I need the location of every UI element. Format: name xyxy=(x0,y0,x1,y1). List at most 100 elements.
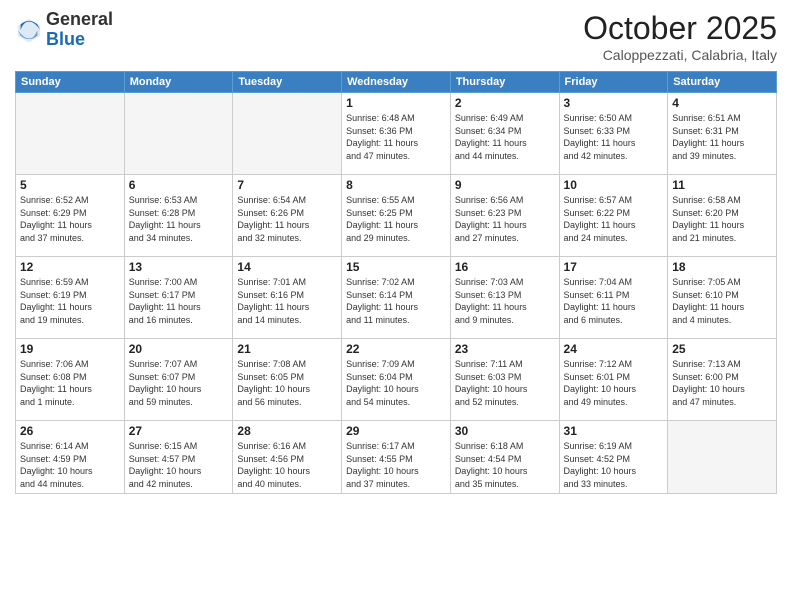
day-info: Sunrise: 6:49 AMSunset: 6:34 PMDaylight:… xyxy=(455,112,555,162)
day-number: 17 xyxy=(564,260,664,274)
day-info: Sunrise: 7:05 AMSunset: 6:10 PMDaylight:… xyxy=(672,276,772,326)
day-number: 3 xyxy=(564,96,664,110)
day-info: Sunrise: 7:11 AMSunset: 6:03 PMDaylight:… xyxy=(455,358,555,408)
logo-blue: Blue xyxy=(46,29,85,49)
day-cell-15: 15 Sunrise: 7:02 AMSunset: 6:14 PMDayligh… xyxy=(342,257,451,339)
day-info: Sunrise: 6:48 AMSunset: 6:36 PMDaylight:… xyxy=(346,112,446,162)
day-cell-20: 20 Sunrise: 7:07 AMSunset: 6:07 PMDayligh… xyxy=(124,339,233,421)
day-cell-1: 1 Sunrise: 6:48 AMSunset: 6:36 PMDaylight… xyxy=(342,93,451,175)
col-header-sunday: Sunday xyxy=(16,72,125,93)
day-info: Sunrise: 6:15 AMSunset: 4:57 PMDaylight:… xyxy=(129,440,229,490)
day-cell-4: 4 Sunrise: 6:51 AMSunset: 6:31 PMDaylight… xyxy=(668,93,777,175)
col-header-saturday: Saturday xyxy=(668,72,777,93)
day-cell-25: 25Sunrise: 7:13 AMSunset: 6:00 PMDayligh… xyxy=(668,339,777,421)
day-cell-24: 24Sunrise: 7:12 AMSunset: 6:01 PMDayligh… xyxy=(559,339,668,421)
day-cell-12: 12 Sunrise: 6:59 AMSunset: 6:19 PMDayligh… xyxy=(16,257,125,339)
col-header-tuesday: Tuesday xyxy=(233,72,342,93)
day-number: 13 xyxy=(129,260,229,274)
day-info: Sunrise: 6:50 AMSunset: 6:33 PMDaylight:… xyxy=(564,112,664,162)
day-info: Sunrise: 7:06 AMSunset: 6:08 PMDaylight:… xyxy=(20,358,120,408)
day-number: 27 xyxy=(129,424,229,438)
day-info: Sunrise: 7:04 AMSunset: 6:11 PMDaylight:… xyxy=(564,276,664,326)
day-info: Sunrise: 6:55 AMSunset: 6:25 PMDaylight:… xyxy=(346,194,446,244)
day-info: Sunrise: 7:07 AMSunset: 6:07 PMDaylight:… xyxy=(129,358,229,408)
day-cell-8: 8 Sunrise: 6:55 AMSunset: 6:25 PMDaylight… xyxy=(342,175,451,257)
day-number: 30 xyxy=(455,424,555,438)
location: Caloppezzati, Calabria, Italy xyxy=(583,47,777,63)
day-number: 16 xyxy=(455,260,555,274)
day-info: Sunrise: 6:59 AMSunset: 6:19 PMDaylight:… xyxy=(20,276,120,326)
week-row-5: 26Sunrise: 6:14 AMSunset: 4:59 PMDayligh… xyxy=(16,421,777,494)
day-info: Sunrise: 7:09 AMSunset: 6:04 PMDaylight:… xyxy=(346,358,446,408)
col-header-wednesday: Wednesday xyxy=(342,72,451,93)
generalblue-icon xyxy=(15,16,43,44)
week-row-1: 1 Sunrise: 6:48 AMSunset: 6:36 PMDaylight… xyxy=(16,93,777,175)
day-cell-18: 18 Sunrise: 7:05 AMSunset: 6:10 PMDayligh… xyxy=(668,257,777,339)
day-number: 25 xyxy=(672,342,772,356)
day-cell-10: 10Sunrise: 6:57 AMSunset: 6:22 PMDayligh… xyxy=(559,175,668,257)
day-number: 6 xyxy=(129,178,229,192)
day-number: 2 xyxy=(455,96,555,110)
day-cell-3: 3 Sunrise: 6:50 AMSunset: 6:33 PMDaylight… xyxy=(559,93,668,175)
day-number: 11 xyxy=(672,178,772,192)
header-row: SundayMondayTuesdayWednesdayThursdayFrid… xyxy=(16,72,777,93)
day-number: 12 xyxy=(20,260,120,274)
day-number: 14 xyxy=(237,260,337,274)
day-number: 29 xyxy=(346,424,446,438)
day-number: 23 xyxy=(455,342,555,356)
logo-text: General Blue xyxy=(46,10,113,50)
day-cell-29: 29 Sunrise: 6:17 AMSunset: 4:55 PMDayligh… xyxy=(342,421,451,494)
title-block: October 2025 Caloppezzati, Calabria, Ita… xyxy=(583,10,777,63)
day-cell-13: 13Sunrise: 7:00 AMSunset: 6:17 PMDayligh… xyxy=(124,257,233,339)
day-number: 7 xyxy=(237,178,337,192)
day-cell-14: 14 Sunrise: 7:01 AMSunset: 6:16 PMDayligh… xyxy=(233,257,342,339)
empty-cell xyxy=(233,93,342,175)
week-row-3: 12 Sunrise: 6:59 AMSunset: 6:19 PMDayligh… xyxy=(16,257,777,339)
day-number: 18 xyxy=(672,260,772,274)
day-cell-27: 27 Sunrise: 6:15 AMSunset: 4:57 PMDayligh… xyxy=(124,421,233,494)
day-info: Sunrise: 7:08 AMSunset: 6:05 PMDaylight:… xyxy=(237,358,337,408)
day-cell-30: 30 Sunrise: 6:18 AMSunset: 4:54 PMDayligh… xyxy=(450,421,559,494)
day-number: 31 xyxy=(564,424,664,438)
day-cell-2: 2 Sunrise: 6:49 AMSunset: 6:34 PMDaylight… xyxy=(450,93,559,175)
day-number: 9 xyxy=(455,178,555,192)
day-number: 15 xyxy=(346,260,446,274)
day-cell-6: 6 Sunrise: 6:53 AMSunset: 6:28 PMDaylight… xyxy=(124,175,233,257)
day-info: Sunrise: 7:01 AMSunset: 6:16 PMDaylight:… xyxy=(237,276,337,326)
empty-cell xyxy=(668,421,777,494)
day-number: 1 xyxy=(346,96,446,110)
day-number: 20 xyxy=(129,342,229,356)
day-cell-17: 17 Sunrise: 7:04 AMSunset: 6:11 PMDayligh… xyxy=(559,257,668,339)
day-cell-31: 31 Sunrise: 6:19 AMSunset: 4:52 PMDayligh… xyxy=(559,421,668,494)
day-info: Sunrise: 6:56 AMSunset: 6:23 PMDaylight:… xyxy=(455,194,555,244)
day-cell-26: 26Sunrise: 6:14 AMSunset: 4:59 PMDayligh… xyxy=(16,421,125,494)
day-info: Sunrise: 6:58 AMSunset: 6:20 PMDaylight:… xyxy=(672,194,772,244)
day-info: Sunrise: 6:53 AMSunset: 6:28 PMDaylight:… xyxy=(129,194,229,244)
day-cell-23: 23 Sunrise: 7:11 AMSunset: 6:03 PMDayligh… xyxy=(450,339,559,421)
week-row-4: 19Sunrise: 7:06 AMSunset: 6:08 PMDayligh… xyxy=(16,339,777,421)
week-row-2: 5Sunrise: 6:52 AMSunset: 6:29 PMDaylight… xyxy=(16,175,777,257)
day-info: Sunrise: 6:16 AMSunset: 4:56 PMDaylight:… xyxy=(237,440,337,490)
day-info: Sunrise: 7:12 AMSunset: 6:01 PMDaylight:… xyxy=(564,358,664,408)
day-cell-5: 5Sunrise: 6:52 AMSunset: 6:29 PMDaylight… xyxy=(16,175,125,257)
day-cell-9: 9 Sunrise: 6:56 AMSunset: 6:23 PMDaylight… xyxy=(450,175,559,257)
day-cell-19: 19Sunrise: 7:06 AMSunset: 6:08 PMDayligh… xyxy=(16,339,125,421)
day-info: Sunrise: 6:19 AMSunset: 4:52 PMDaylight:… xyxy=(564,440,664,490)
day-number: 22 xyxy=(346,342,446,356)
day-cell-11: 11 Sunrise: 6:58 AMSunset: 6:20 PMDayligh… xyxy=(668,175,777,257)
day-info: Sunrise: 6:51 AMSunset: 6:31 PMDaylight:… xyxy=(672,112,772,162)
col-header-monday: Monday xyxy=(124,72,233,93)
day-cell-16: 16Sunrise: 7:03 AMSunset: 6:13 PMDayligh… xyxy=(450,257,559,339)
day-number: 10 xyxy=(564,178,664,192)
day-info: Sunrise: 6:18 AMSunset: 4:54 PMDaylight:… xyxy=(455,440,555,490)
day-cell-22: 22 Sunrise: 7:09 AMSunset: 6:04 PMDayligh… xyxy=(342,339,451,421)
day-cell-7: 7Sunrise: 6:54 AMSunset: 6:26 PMDaylight… xyxy=(233,175,342,257)
day-info: Sunrise: 7:02 AMSunset: 6:14 PMDaylight:… xyxy=(346,276,446,326)
day-number: 8 xyxy=(346,178,446,192)
day-number: 21 xyxy=(237,342,337,356)
day-number: 5 xyxy=(20,178,120,192)
day-number: 4 xyxy=(672,96,772,110)
day-info: Sunrise: 6:17 AMSunset: 4:55 PMDaylight:… xyxy=(346,440,446,490)
col-header-friday: Friday xyxy=(559,72,668,93)
day-number: 26 xyxy=(20,424,120,438)
